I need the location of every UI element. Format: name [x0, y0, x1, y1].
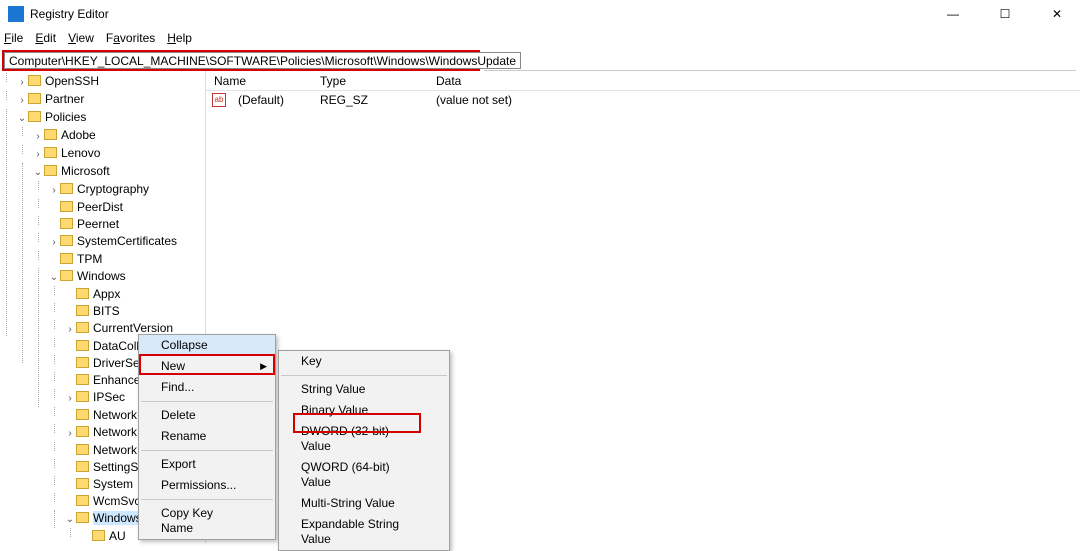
ctx-export[interactable]: Export: [139, 454, 275, 475]
tree-label: TPM: [77, 252, 102, 266]
tree-label: IPSec: [93, 390, 125, 404]
minimize-button[interactable]: —: [938, 7, 968, 21]
tree-item-peerdist[interactable]: PeerDist: [48, 199, 205, 216]
tree-label: System: [93, 477, 133, 491]
ctx-rename[interactable]: Rename: [139, 426, 275, 447]
ctx-new-label: New: [161, 359, 185, 373]
separator: [281, 375, 447, 376]
tree-item-cryptography[interactable]: ›Cryptography: [48, 181, 205, 199]
ctx-new-qword[interactable]: QWORD (64-bit) Value: [279, 457, 449, 493]
menu-edit[interactable]: Edit: [35, 31, 56, 45]
address-bar-highlight: Computer\HKEY_LOCAL_MACHINE\SOFTWARE\Pol…: [2, 50, 480, 71]
string-value-icon: ab: [212, 93, 226, 107]
tree-label: Adobe: [61, 128, 96, 142]
ctx-new-expandable[interactable]: Expandable String Value: [279, 514, 449, 550]
tree-label: Lenovo: [61, 146, 100, 160]
app-icon: [8, 6, 24, 22]
tree-label: Peernet: [77, 217, 119, 231]
separator: [141, 450, 273, 451]
submenu-arrow-icon: ▶: [260, 359, 267, 374]
tree-item-adobe[interactable]: ›Adobe: [32, 127, 205, 145]
value-name: (Default): [230, 93, 320, 107]
separator: [141, 499, 273, 500]
tree-label: SettingS: [93, 460, 138, 474]
tree-label: Appx: [93, 287, 120, 301]
tree-label: AU: [109, 529, 126, 543]
tree-label: CurrentVersion: [93, 321, 173, 335]
ctx-new-key[interactable]: Key: [279, 351, 449, 372]
window-title: Registry Editor: [30, 7, 109, 21]
address-bar-rest: [484, 50, 1076, 71]
value-row-default[interactable]: ab (Default) REG_SZ (value not set): [206, 91, 1080, 109]
ctx-new-string[interactable]: String Value: [279, 379, 449, 400]
tree-label: Policies: [45, 110, 86, 124]
tree-label: PeerDist: [77, 200, 123, 214]
value-type: REG_SZ: [320, 93, 436, 107]
tree-label: SystemCertificates: [77, 234, 177, 248]
column-headers: Name Type Data: [206, 71, 1080, 91]
menu-help[interactable]: Help: [167, 31, 192, 45]
tree-label: Network: [93, 425, 137, 439]
col-data[interactable]: Data: [436, 74, 1080, 88]
menubar: File Edit View Favorites Help: [0, 28, 1080, 48]
tree-label: DriverSe: [93, 356, 140, 370]
tree-label: Network: [93, 443, 137, 457]
ctx-delete[interactable]: Delete: [139, 405, 275, 426]
tree-label: BITS: [93, 304, 120, 318]
maximize-button[interactable]: ☐: [990, 7, 1020, 21]
ctx-find[interactable]: Find...: [139, 377, 275, 398]
tree-item-bits[interactable]: BITS: [64, 303, 205, 320]
separator: [141, 401, 273, 402]
tree-label: Microsoft: [61, 164, 110, 178]
value-data: (value not set): [436, 93, 1080, 107]
titlebar: Registry Editor — ☐ ✕: [0, 0, 1080, 28]
tree-label: Network: [93, 408, 137, 422]
tree-item-peernet[interactable]: Peernet: [48, 216, 205, 233]
ctx-collapse[interactable]: Collapse: [139, 335, 275, 356]
context-menu: Collapse New ▶ Find... Delete Rename Expo…: [138, 334, 276, 540]
tree-item-systemcertificates[interactable]: ›SystemCertificates: [48, 233, 205, 251]
menu-file[interactable]: File: [4, 31, 23, 45]
tree-label: WcmSvc: [93, 494, 140, 508]
ctx-new-dword[interactable]: DWORD (32-bit) Value: [279, 421, 449, 457]
window-controls: — ☐ ✕: [938, 7, 1072, 21]
tree-item-partner[interactable]: ›Partner: [16, 91, 205, 109]
menu-favorites[interactable]: Favorites: [106, 31, 155, 45]
ctx-copykeyname[interactable]: Copy Key Name: [139, 503, 275, 539]
tree-label: Partner: [45, 92, 84, 106]
tree-label: Cryptography: [77, 182, 149, 196]
tree-label: Enhance: [93, 373, 140, 387]
tree-item-appx[interactable]: Appx: [64, 286, 205, 303]
close-button[interactable]: ✕: [1042, 7, 1072, 21]
ctx-new-binary[interactable]: Binary Value: [279, 400, 449, 421]
tree-item-lenovo[interactable]: ›Lenovo: [32, 145, 205, 163]
tree-item-tpm[interactable]: TPM: [48, 251, 205, 268]
tree-label: Windows: [77, 269, 126, 283]
tree-label: OpenSSH: [45, 74, 99, 88]
ctx-new[interactable]: New ▶: [139, 356, 275, 377]
address-bar[interactable]: Computer\HKEY_LOCAL_MACHINE\SOFTWARE\Pol…: [4, 52, 521, 69]
col-type[interactable]: Type: [320, 74, 436, 88]
ctx-permissions[interactable]: Permissions...: [139, 475, 275, 496]
menu-view[interactable]: View: [68, 31, 94, 45]
col-name[interactable]: Name: [206, 74, 320, 88]
ctx-new-multistring[interactable]: Multi-String Value: [279, 493, 449, 514]
tree-item-openssh[interactable]: ›OpenSSH: [16, 73, 205, 91]
context-submenu-new: Key String Value Binary Value DWORD (32-…: [278, 350, 450, 551]
